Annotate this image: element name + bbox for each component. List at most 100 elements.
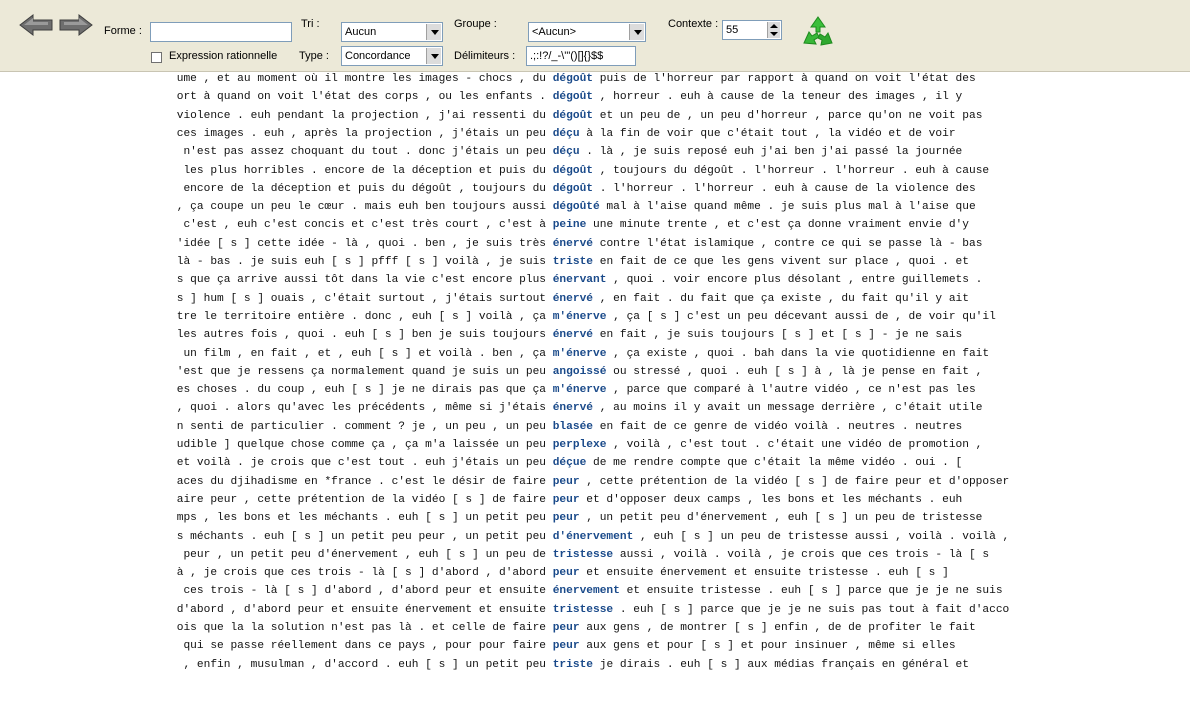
spin-arrows-icon[interactable]: [767, 22, 780, 38]
right-context: en fait de ce genre de vidéo voilà . neu…: [593, 420, 963, 433]
keyword[interactable]: triste: [553, 659, 593, 671]
left-context: les autres fois , quoi . euh [ s ] ben j…: [176, 329, 553, 342]
concordance-line[interactable]: n'est pas assez choquant du tout . donc …: [177, 146, 963, 159]
concordance-line[interactable]: et voilà . je crois que c'est tout . euh…: [177, 457, 963, 469]
keyword[interactable]: m'énerve: [553, 311, 607, 323]
concordance-line[interactable]: 'est que je ressens ça normalement quand…: [177, 366, 983, 378]
keyword[interactable]: peur: [553, 476, 580, 488]
contexte-stepper[interactable]: 55: [722, 20, 782, 40]
concordance-line[interactable]: mps , les bons et les méchants . euh [ s…: [177, 512, 983, 524]
concordance-line[interactable]: n senti de particulier . comment ? je , …: [177, 421, 963, 433]
left-context: d'abord , d'abord peur et ensuite énerve…: [176, 603, 553, 616]
concordance-line[interactable]: , ça coupe un peu le cœur . mais euh ben…: [177, 201, 976, 213]
chevron-down-icon[interactable]: [426, 48, 441, 64]
regex-checkbox[interactable]: [151, 52, 162, 63]
keyword[interactable]: tristesse: [553, 549, 613, 561]
concordance-line[interactable]: 'idée [ s ] cette idée - là , quoi . ben…: [177, 238, 983, 250]
keyword[interactable]: m'énerve: [553, 348, 607, 360]
groupe-select[interactable]: <Aucun>: [528, 22, 646, 42]
keyword[interactable]: peur: [553, 622, 580, 634]
concordance-line[interactable]: ces trois - là [ s ] d'abord , d'abord p…: [176, 585, 1002, 598]
concordance-line[interactable]: peur , un petit peu d'énervement , euh […: [177, 549, 989, 561]
right-context: , au moins il y avait un message derrièr…: [593, 402, 983, 415]
type-select[interactable]: Concordance: [341, 46, 443, 66]
concordance-line[interactable]: à , je crois que ces trois - là [ s ] d'…: [177, 567, 949, 579]
concordance-line[interactable]: , quoi . alors qu'avec les précédents , …: [177, 402, 983, 414]
concordance-line[interactable]: es choses . du coup , euh [ s ] je ne di…: [177, 384, 976, 396]
keyword[interactable]: peur: [553, 494, 580, 506]
concordance-line[interactable]: tre le territoire entière . donc , euh […: [177, 311, 996, 323]
keyword[interactable]: triste: [553, 256, 593, 268]
concordance-line[interactable]: un film , en fait , et , euh [ s ] et vo…: [177, 348, 989, 360]
forme-input[interactable]: [150, 22, 292, 42]
concordance-line[interactable]: s méchants . euh [ s ] un petit peu peur…: [177, 531, 1010, 543]
concordance-line[interactable]: les plus horribles . encore de la décept…: [170, 165, 989, 177]
keyword[interactable]: énervement: [553, 585, 620, 597]
concordance-line[interactable]: violence . euh pendant la projection , j…: [177, 110, 983, 122]
groupe-label: Groupe :: [454, 18, 497, 30]
keyword[interactable]: dégoût: [553, 73, 593, 85]
left-context: un film , en fait , et , euh [ s ] et vo…: [176, 347, 553, 360]
keyword[interactable]: dégoût: [553, 91, 593, 103]
concordance-line[interactable]: s que ça arrive aussi tôt dans la vie c'…: [177, 274, 983, 286]
keyword[interactable]: dégoût: [553, 165, 593, 177]
concordance-line[interactable]: udible ] quelque chose comme ça , ça m'a…: [177, 439, 983, 451]
right-context: ou stressé , quoi . euh [ s ] à , là je …: [606, 365, 983, 378]
concordance-line[interactable]: ume , et au moment où il montre les imag…: [177, 73, 976, 85]
forward-arrow-icon[interactable]: [58, 12, 94, 38]
left-context: qui se passe réellement dans ce pays , p…: [176, 640, 553, 653]
left-context: s ] hum [ s ] ouais , c'était surtout , …: [176, 292, 553, 305]
concordance-line[interactable]: s ] hum [ s ] ouais , c'était surtout , …: [177, 293, 969, 305]
tri-select[interactable]: Aucun: [341, 22, 443, 42]
concordance-line[interactable]: qui se passe réellement dans ce pays , p…: [176, 640, 956, 653]
keyword[interactable]: peur: [553, 512, 580, 524]
keyword[interactable]: énervé: [553, 402, 593, 414]
keyword[interactable]: tristesse: [553, 604, 613, 616]
keyword[interactable]: dégoûté: [553, 201, 600, 213]
left-context: ces trois - là [ s ] d'abord , d'abord p…: [176, 585, 553, 598]
left-context: et voilà . je crois que c'est tout . euh…: [176, 457, 553, 470]
concordance-line[interactable]: ort à quand on voit l'état des corps , o…: [177, 91, 963, 103]
left-context: ces images . euh , après la projection ,…: [176, 127, 553, 140]
concordance-line[interactable]: encore de la déception et puis du dégoût…: [177, 183, 975, 195]
concordance-line[interactable]: les autres fois , quoi . euh [ s ] ben j…: [177, 329, 963, 341]
concordance-line[interactable]: d'abord , d'abord peur et ensuite énerve…: [177, 604, 1010, 616]
right-context: aux gens et pour [ s ] et pour insinuer …: [579, 640, 956, 653]
chevron-down-icon[interactable]: [426, 24, 441, 40]
back-arrow-icon[interactable]: [18, 12, 54, 38]
keyword[interactable]: d'énervement: [553, 531, 634, 543]
right-context: de me rendre compte que c'était la même …: [586, 457, 963, 470]
concordance-line[interactable]: aire peur , cette prétention de la vidéo…: [177, 494, 963, 506]
keyword[interactable]: peur: [553, 640, 580, 652]
concordance-line[interactable]: c'est , euh c'est concis et c'est très c…: [170, 219, 969, 231]
right-context: en fait de ce que les gens vivent sur pl…: [593, 256, 969, 268]
recycle-refresh-icon[interactable]: [800, 14, 836, 50]
concordance-panel[interactable]: ume , et au moment où il montre les imag…: [0, 72, 1190, 704]
keyword[interactable]: énervé: [553, 293, 593, 305]
keyword[interactable]: angoissé: [553, 366, 607, 378]
keyword[interactable]: énervant: [553, 274, 607, 286]
chevron-down-icon[interactable]: [629, 24, 644, 40]
keyword[interactable]: déçu: [553, 128, 580, 140]
keyword[interactable]: m'énerve: [553, 384, 607, 396]
delimiteurs-input[interactable]: [526, 46, 636, 66]
keyword[interactable]: perplexe: [553, 439, 607, 451]
keyword[interactable]: dégoût: [553, 183, 593, 195]
keyword[interactable]: déçu: [553, 146, 580, 158]
keyword[interactable]: dégoût: [553, 110, 593, 122]
concordance-line[interactable]: aces du djihadisme en *france . c'est le…: [177, 476, 1010, 488]
keyword[interactable]: énervé: [553, 238, 593, 250]
keyword[interactable]: déçue: [553, 457, 587, 469]
keyword[interactable]: énervé: [553, 329, 593, 341]
right-context: . là , je suis reposé euh j'ai ben j'ai …: [579, 146, 963, 159]
concordance-line[interactable]: ois que la la solution n'est pas là . et…: [177, 622, 976, 634]
keyword[interactable]: blasée: [553, 421, 593, 433]
right-context: , toujours du dégoût . l'horreur . l'hor…: [593, 164, 990, 177]
right-context: , ça existe , quoi . bah dans la vie quo…: [606, 347, 990, 360]
keyword[interactable]: peur: [553, 567, 580, 579]
concordance-line[interactable]: là - bas . je suis euh [ s ] pfff [ s ] …: [177, 256, 969, 268]
concordance-line[interactable]: , enfin , musulman , d'accord . euh [ s …: [183, 659, 969, 671]
concordance-line[interactable]: ces images . euh , après la projection ,…: [177, 128, 956, 140]
left-context: s que ça arrive aussi tôt dans la vie c'…: [176, 274, 553, 287]
keyword[interactable]: peine: [553, 219, 587, 231]
